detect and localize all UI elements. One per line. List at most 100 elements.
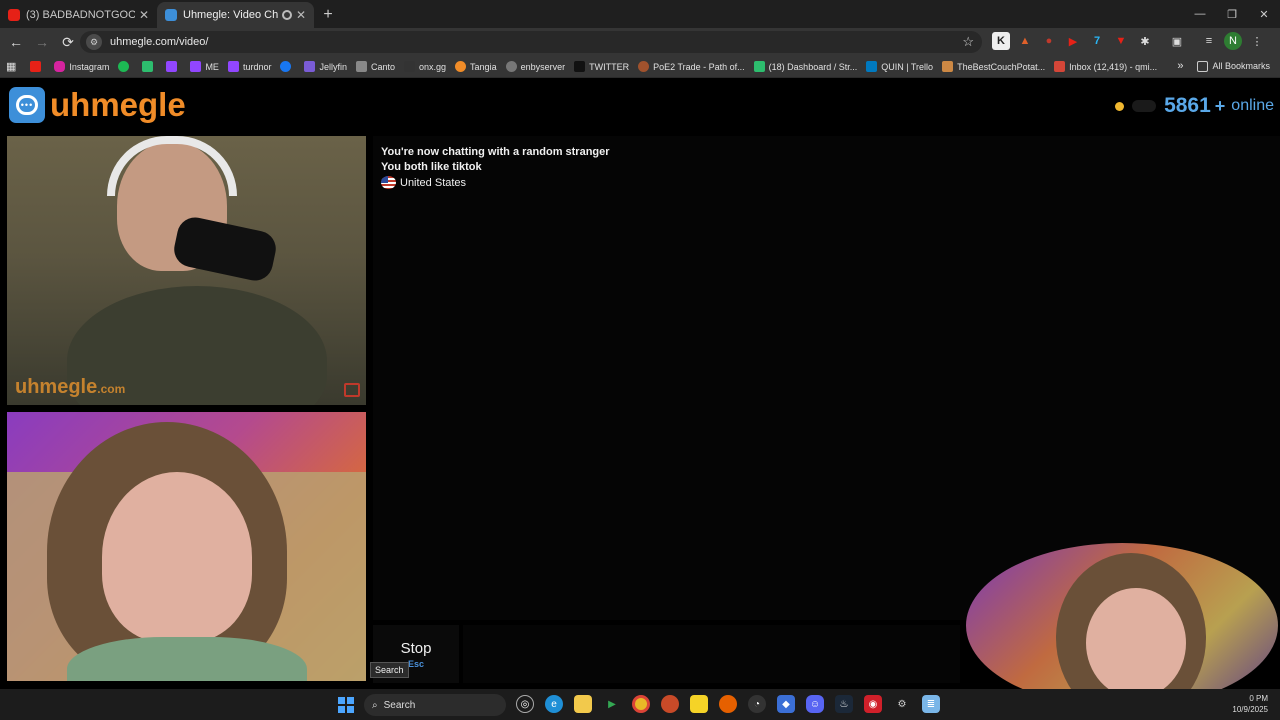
bookmark-onx[interactable]: onx.gg — [404, 61, 446, 72]
online-plus: + — [1214, 95, 1226, 116]
bookmark-dashboard[interactable]: (18) Dashboard / Str... — [753, 61, 857, 72]
stop-label: Stop — [400, 639, 432, 657]
all-bookmarks-folder[interactable]: All Bookmarks — [1197, 60, 1270, 72]
taskbar: ⌕ Search ◎ e ▶ ◔ ◆ ☺ ♨ ◉ ⚙ ≣ 0 PM 10/9/2… — [0, 689, 1280, 720]
system-clock[interactable]: 0 PM 10/9/2025 — [1232, 693, 1268, 715]
status-dot-icon — [1115, 101, 1125, 111]
bookmark-instagram[interactable]: Instagram — [54, 61, 109, 72]
bookmark-poe2-trade[interactable]: PoE2 Trade - Path of... — [638, 61, 745, 72]
youtube-icon — [8, 9, 20, 21]
notepad-icon[interactable]: ≣ — [922, 695, 940, 713]
clock-date: 10/9/2025 — [1232, 705, 1268, 714]
stop-hotkey: Esc — [407, 658, 424, 669]
bookmark-youtube[interactable] — [30, 61, 45, 72]
bookmark-me[interactable]: ME — [190, 61, 219, 72]
bookmark-tangia[interactable]: Tangia — [455, 61, 497, 72]
close-window-button[interactable]: ✕ — [1248, 0, 1280, 28]
url-text: uhmegle.com/video/ — [110, 36, 209, 48]
tab-uhmegle[interactable]: Uhmegle: Video Chat | Ome ✕ — [157, 2, 314, 28]
extension-fox-icon[interactable]: ▲ — [1016, 32, 1034, 50]
instagram-icon — [54, 61, 66, 72]
message-input[interactable] — [463, 625, 960, 683]
firefox-icon[interactable] — [719, 695, 737, 713]
overlay-face — [1086, 588, 1186, 698]
stranger-location: United States — [373, 176, 1280, 189]
taskbar-search[interactable]: ⌕ Search — [364, 694, 506, 716]
extension-red-icon[interactable]: ● — [1040, 32, 1058, 50]
sidepanel-icon[interactable]: ▣ — [1168, 32, 1186, 50]
tab-youtube[interactable]: (3) BADBADNOTGOOD - Playgr ✕ — [0, 2, 157, 28]
headphones — [107, 136, 237, 196]
chat-common-interest: You both like tiktok — [381, 161, 482, 173]
uhmegle-logo[interactable]: ••• uhmegle — [9, 86, 186, 124]
onx-icon — [404, 61, 416, 72]
extensions-puzzle-icon[interactable]: ✱ — [1136, 32, 1154, 50]
windows-start-icon[interactable] — [338, 697, 354, 713]
uhmegle-icon — [165, 9, 177, 21]
new-tab-button[interactable]: + — [314, 2, 342, 28]
forward-button[interactable]: → — [30, 30, 54, 54]
bookmark-turdnor[interactable]: turdnor — [227, 61, 271, 72]
couch-potato-icon — [942, 61, 954, 72]
extension-k-icon[interactable]: K — [992, 32, 1010, 50]
bookmark-twitter[interactable]: TWITTER — [574, 61, 629, 72]
minimize-button[interactable]: — — [1184, 0, 1216, 28]
youtube-icon — [30, 61, 42, 72]
bookmarks-right: » All Bookmarks — [1177, 60, 1270, 72]
uhmegle-watermark: uhmegle.com — [15, 376, 126, 398]
search-icon: ⌕ — [372, 699, 378, 711]
twitch-icon — [190, 61, 202, 72]
folder-icon — [1197, 60, 1209, 72]
search-tooltip: Search — [370, 662, 409, 678]
apps-grid-icon[interactable]: ▦ — [6, 60, 16, 73]
edge-icon[interactable]: e — [545, 695, 563, 713]
discord-icon[interactable]: ☺ — [806, 695, 824, 713]
gmail-icon — [1054, 61, 1066, 72]
bookmark-star-icon[interactable]: ☆ — [962, 34, 974, 50]
close-tab-icon[interactable]: ✕ — [296, 8, 306, 22]
blue-app-icon[interactable]: ◆ — [777, 695, 795, 713]
back-button[interactable]: ← — [4, 30, 28, 54]
more-bookmarks-chevron-icon[interactable]: » — [1177, 60, 1183, 72]
bookmark-spotify[interactable] — [118, 61, 133, 72]
close-tab-icon[interactable]: ✕ — [139, 8, 149, 22]
green-app-icon — [142, 61, 154, 72]
bookmark-green[interactable] — [142, 61, 157, 72]
sticky-notes-icon[interactable] — [690, 695, 708, 713]
file-explorer-icon[interactable] — [574, 695, 592, 713]
settings-gear-icon[interactable]: ⚙ — [893, 695, 911, 713]
obs-icon[interactable]: ◔ — [748, 695, 766, 713]
bookmark-facebook[interactable] — [280, 61, 295, 72]
red-app-icon[interactable]: ◉ — [864, 695, 882, 713]
maximize-button[interactable]: ❐ — [1216, 0, 1248, 28]
media-control-icon[interactable]: ≡ — [1200, 32, 1218, 50]
bookmark-jellyfin[interactable]: Jellyfin — [304, 61, 347, 72]
menu-icon[interactable]: ⋮ — [1248, 32, 1266, 50]
dashboard-icon — [753, 61, 765, 72]
self-face — [102, 472, 252, 642]
bookmark-twitch[interactable] — [166, 61, 181, 72]
extension-yt-blocker-icon[interactable]: ▼ — [1112, 32, 1130, 50]
game-app-icon[interactable] — [661, 695, 679, 713]
extension-youtube-icon[interactable]: ▶ — [1064, 32, 1082, 50]
poe-icon — [638, 61, 650, 72]
bookmark-trello[interactable]: QUIN | Trello — [866, 61, 933, 72]
bookmark-enbyserver[interactable]: enbyserver — [505, 61, 565, 72]
reload-button[interactable]: ⟳ — [56, 30, 80, 54]
clock-time: 0 PM — [1249, 694, 1268, 703]
us-flag-icon — [381, 176, 396, 189]
address-bar[interactable]: ⚙ uhmegle.com/video/ ☆ — [80, 31, 982, 53]
bookmark-inbox[interactable]: Inbox (12,419) - qmi... — [1054, 61, 1157, 72]
online-count: 5861 — [1164, 94, 1211, 117]
chrome-icon[interactable] — [632, 695, 650, 713]
profile-avatar[interactable]: N — [1224, 32, 1242, 50]
bookmark-couch-potato[interactable]: TheBestCouchPotat... — [942, 61, 1045, 72]
extension-7tv-icon[interactable]: 7 — [1088, 32, 1106, 50]
play-store-icon[interactable]: ▶ — [603, 695, 621, 713]
bookmark-canto[interactable]: Canto — [355, 61, 395, 72]
site-info-icon[interactable]: ⚙ — [86, 34, 102, 50]
steam-icon[interactable]: ♨ — [835, 695, 853, 713]
copilot-icon[interactable]: ◎ — [516, 695, 534, 713]
report-flag-icon[interactable] — [344, 383, 360, 397]
theme-toggle[interactable] — [1132, 100, 1157, 112]
